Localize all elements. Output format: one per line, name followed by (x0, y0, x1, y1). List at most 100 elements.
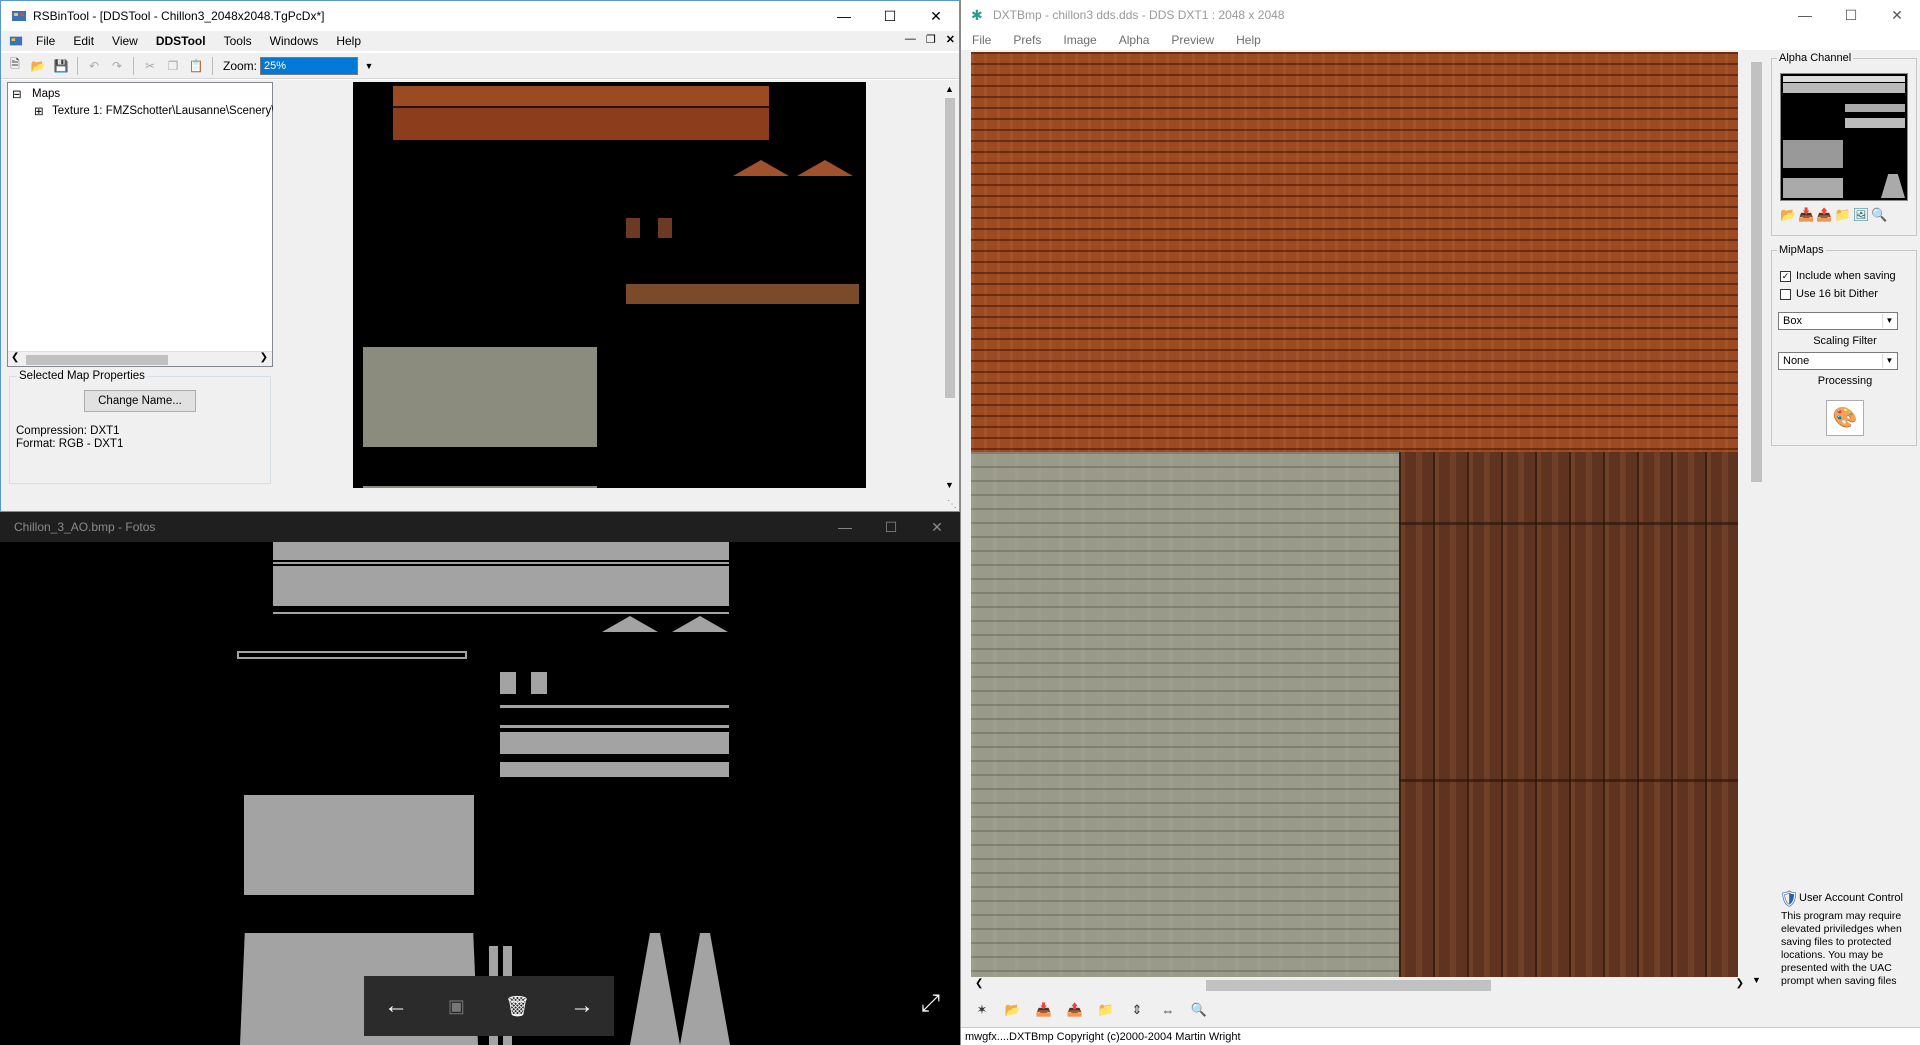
view-alpha-icon[interactable]: 🖼 (1853, 207, 1870, 223)
open-image-icon[interactable]: 📂 (1002, 999, 1024, 1021)
palette-icon[interactable]: 🎨 (1826, 400, 1864, 436)
window-title: DXTBmp - chillon3 dds.dds - DDS DXT1 : 2… (993, 8, 1285, 22)
scroll-up-icon[interactable]: ▲ (945, 84, 954, 94)
maximize-icon[interactable]: ☐ (867, 1, 913, 31)
tree-node-texture[interactable]: Texture 1: FMZSchotter\Lausanne\Scenery\… (52, 105, 282, 117)
tree-horizontal-scrollbar[interactable]: ❮ ❯ (8, 351, 272, 366)
scaling-filter-select[interactable]: Box ▼ (1778, 312, 1898, 330)
scrollbar-thumb[interactable] (1751, 62, 1762, 482)
maps-tree[interactable]: ⊟ Maps ⊞ Texture 1: FMZSchotter\Lausanne… (7, 82, 282, 367)
zoom-icon[interactable]: 🔍 (1188, 999, 1210, 1021)
menu-edit[interactable]: Edit (64, 34, 103, 48)
minimize-icon[interactable]: — (1782, 0, 1828, 30)
zoom-combobox[interactable]: 25% (260, 56, 359, 75)
close-icon[interactable]: ✕ (913, 1, 959, 31)
menu-alpha[interactable]: Alpha (1108, 33, 1161, 47)
chevron-down-icon[interactable]: ▼ (1882, 314, 1896, 328)
import-image-icon[interactable]: 📥 (1033, 999, 1055, 1021)
scroll-right-icon[interactable]: ❯ (1736, 978, 1744, 989)
trash-icon[interactable]: 🗑 (505, 994, 530, 1019)
close-icon[interactable]: ✕ (1874, 0, 1920, 30)
menu-preview[interactable]: Preview (1160, 33, 1225, 47)
new-file-icon[interactable]: 🗎 (5, 56, 25, 76)
arrow-right-icon[interactable]: → (570, 992, 594, 1020)
mdi-close-icon[interactable]: ✕ (946, 33, 955, 46)
menu-help[interactable]: Help (327, 34, 370, 48)
menu-windows[interactable]: Windows (261, 34, 328, 48)
open-alpha-icon[interactable]: 📂 (1780, 207, 1796, 223)
image-horizontal-scrollbar[interactable]: ❮ ❯ (971, 977, 1748, 994)
mdi-child-icon (9, 36, 23, 46)
menu-prefs[interactable]: Prefs (1002, 33, 1052, 47)
menu-image[interactable]: Image (1052, 33, 1107, 47)
change-name-button[interactable]: Change Name... (84, 390, 196, 412)
zoom-alpha-icon[interactable]: 🔍 (1871, 207, 1887, 223)
scroll-left-icon[interactable]: ❮ (11, 352, 19, 363)
image-vertical-scrollbar[interactable]: ▼ (1748, 52, 1765, 987)
processing-select[interactable]: None ▼ (1778, 352, 1898, 370)
menu-tools[interactable]: Tools (215, 34, 261, 48)
chevron-down-icon[interactable]: ▼ (361, 61, 377, 71)
scrollbar-thumb[interactable] (1206, 980, 1491, 991)
redo-icon[interactable]: ↷ (107, 56, 127, 76)
include-when-saving-checkbox[interactable]: ✓ (1780, 271, 1791, 282)
alpha-toolbar: 📂 📥 📤 📁 🖼 🔍 (1780, 207, 1887, 223)
save-image-icon[interactable]: 📁 (1095, 999, 1117, 1021)
side-panel: Alpha Channel 📂 📥 📤 📁 🖼 🔍 MipMaps ✓ Incl… (1771, 52, 1920, 992)
wood-texture-piece (626, 218, 640, 238)
scroll-down-icon[interactable]: ▼ (1752, 975, 1761, 985)
new-image-icon[interactable]: ✶ (971, 999, 993, 1021)
scroll-left-icon[interactable]: ❮ (975, 978, 983, 989)
mdi-minimize-icon[interactable]: — (905, 33, 916, 46)
texture-viewer[interactable]: ▲ ▼ ⋱ (273, 80, 959, 511)
use-16bit-dither-checkbox[interactable] (1780, 289, 1791, 300)
menu-file[interactable]: File (27, 34, 64, 48)
scroll-down-icon[interactable]: ▼ (945, 480, 954, 490)
ao-shape (672, 616, 728, 632)
menu-file[interactable]: File (961, 33, 1002, 47)
uac-title: User Account Control (1799, 892, 1903, 904)
import-alpha-icon[interactable]: 📥 (1798, 207, 1814, 223)
scrollbar-thumb[interactable] (945, 98, 955, 398)
expand-icon[interactable]: ⤢ (921, 990, 940, 1018)
fotos-titlebar[interactable]: Chillon_3_AO.bmp - Fotos — ☐ ✕ (0, 512, 960, 542)
tree-expander-icon[interactable]: ⊞ (34, 104, 44, 118)
close-icon[interactable]: ✕ (914, 512, 960, 542)
scroll-right-icon[interactable]: ❯ (260, 352, 268, 363)
minimize-icon[interactable]: — (822, 512, 868, 542)
mdi-restore-icon[interactable]: ❐ (926, 33, 936, 46)
resize-grip-icon[interactable]: ⋱ (947, 499, 957, 510)
open-folder-icon[interactable]: 📂 (28, 56, 48, 76)
maximize-icon[interactable]: ☐ (1828, 0, 1874, 30)
minimize-icon[interactable]: — (821, 1, 867, 31)
alpha-channel-preview[interactable] (1780, 73, 1908, 201)
undo-icon[interactable]: ↶ (84, 56, 104, 76)
menu-help[interactable]: Help (1225, 33, 1272, 47)
chevron-down-icon[interactable]: ▼ (1882, 354, 1896, 368)
save-icon[interactable]: 💾 (51, 56, 71, 76)
menu-ddstool[interactable]: DDSTool (147, 34, 215, 48)
menu-view[interactable]: View (103, 34, 147, 48)
dxtbmp-titlebar[interactable]: ✱ DXTBmp - chillon3 dds.dds - DDS DXT1 :… (961, 0, 1920, 30)
ao-shape (273, 612, 729, 614)
export-image-icon[interactable]: 📤 (1064, 999, 1086, 1021)
cut-icon[interactable]: ✂ (140, 56, 160, 76)
copy-icon[interactable]: ❐ (163, 56, 183, 76)
toolbar: 🗎 📂 💾 ↶ ↷ ✂ ❐ 📋 Zoom: 25% ▼ (1, 53, 959, 79)
scrollbar-thumb[interactable] (26, 355, 168, 365)
roof-texture-strip (393, 108, 769, 140)
tree-expander-icon[interactable]: ⊟ (12, 87, 22, 101)
save-alpha-icon[interactable]: 📁 (1835, 207, 1851, 223)
processing-value: None (1783, 355, 1810, 367)
arrow-left-icon[interactable]: ← (384, 992, 408, 1020)
flip-vertical-icon[interactable]: ⇕ (1126, 999, 1148, 1021)
tree-node-maps[interactable]: Maps (32, 88, 60, 100)
flip-horizontal-icon[interactable]: ⇔ (1157, 999, 1179, 1021)
slideshow-icon[interactable]: ▣ (448, 996, 465, 1017)
viewer-vertical-scrollbar[interactable]: ▲ ▼ (941, 82, 959, 492)
export-alpha-icon[interactable]: 📤 (1816, 207, 1832, 223)
maximize-icon[interactable]: ☐ (868, 512, 914, 542)
texture-image-view[interactable] (971, 52, 1738, 987)
rsbintool-titlebar[interactable]: RSBinTool - [DDSTool - Chillon3_2048x204… (1, 1, 959, 31)
paste-icon[interactable]: 📋 (186, 56, 206, 76)
